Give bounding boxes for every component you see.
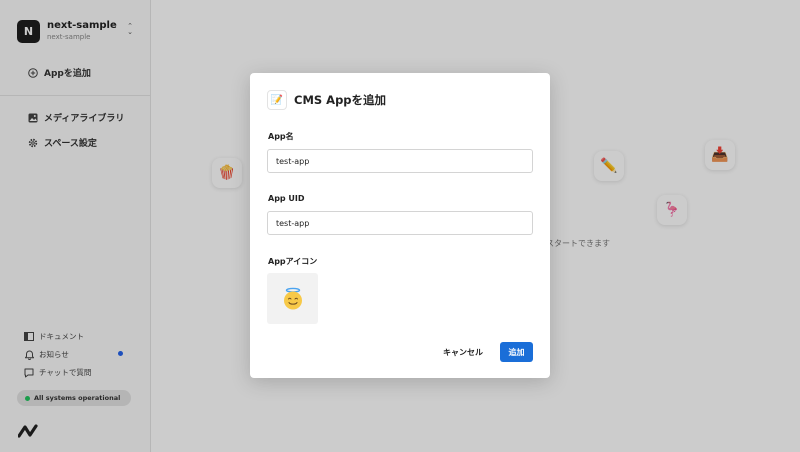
app-icon-picker[interactable] [267, 273, 318, 324]
app-name-label: App名 [268, 132, 294, 141]
memo-pencil-icon: 📝 [267, 90, 287, 110]
app-uid-label: App UID [268, 194, 305, 203]
dialog-title: CMS Appを追加 [294, 93, 387, 107]
cancel-button[interactable]: キャンセル [438, 342, 488, 362]
add-cms-app-dialog: 📝 CMS Appを追加 App名 App UID Appアイコン キャンセル … [250, 73, 550, 378]
smiling-face-with-halo-icon [283, 287, 302, 309]
app-name-input[interactable] [267, 149, 533, 173]
dialog-header: 📝 CMS Appを追加 [267, 90, 386, 110]
app-uid-input[interactable] [267, 211, 533, 235]
add-button[interactable]: 追加 [500, 342, 533, 362]
app-icon-label: Appアイコン [268, 257, 318, 266]
